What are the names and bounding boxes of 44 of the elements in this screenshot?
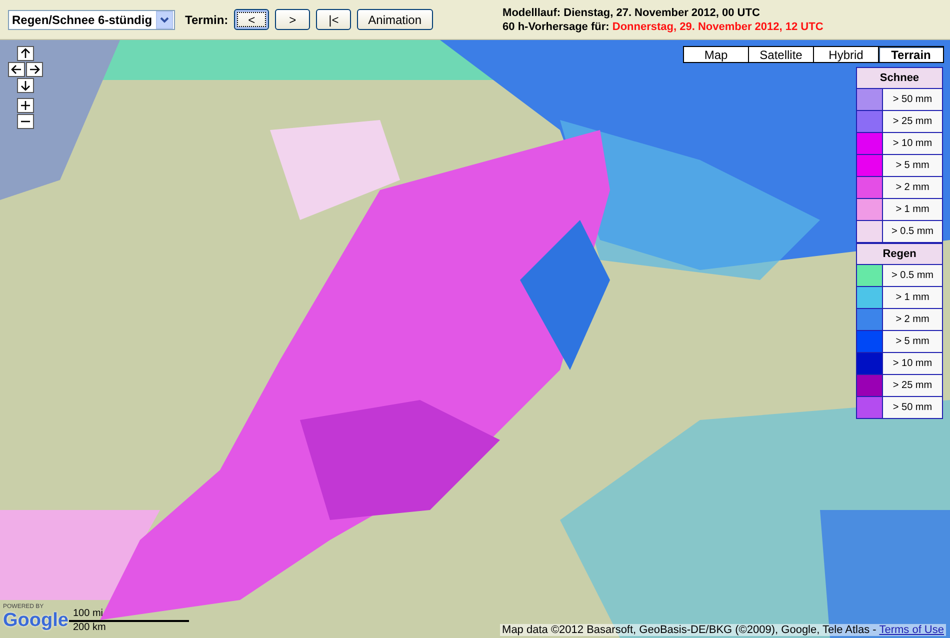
scale-label: 200 km bbox=[72, 622, 107, 634]
scale-label: 100 mi bbox=[72, 608, 104, 620]
attribution-text: Map data ©2012 Basarsoft, GeoBasis-DE/BKG (©2009), Google, Tele Atlas - Terms of Use bbox=[500, 624, 946, 636]
nav-button[interactable]: < bbox=[234, 9, 270, 30]
legend-label: > 2 mm bbox=[883, 177, 942, 198]
chevron-down-icon bbox=[160, 16, 170, 22]
legend-label: > 25 mm bbox=[883, 375, 942, 396]
legend-label: > 2 mm bbox=[883, 309, 942, 330]
nav-button[interactable]: |< bbox=[316, 9, 352, 30]
termin-label: Termin: bbox=[185, 12, 228, 26]
terms-link[interactable]: Terms of Use bbox=[879, 624, 944, 636]
arrow-down-icon bbox=[20, 80, 31, 91]
legend-label: > 5 mm bbox=[883, 155, 942, 176]
arrow-left-icon bbox=[11, 64, 22, 75]
legend-label: > 5 mm bbox=[883, 331, 942, 352]
model-run-text: Modelllauf: Dienstag, 27. November 2012, 00 UTC bbox=[502, 6, 761, 20]
map-type-button[interactable]: Map bbox=[683, 46, 749, 63]
plus-icon bbox=[20, 100, 31, 111]
legend-label: > 0.5 mm bbox=[883, 221, 942, 242]
legend-label: > 50 mm bbox=[883, 89, 942, 110]
zoom-in-button[interactable] bbox=[17, 98, 34, 113]
legend-label: > 0.5 mm bbox=[883, 265, 942, 286]
nav-button[interactable]: Animation bbox=[357, 9, 433, 30]
legend-label: > 10 mm bbox=[883, 353, 942, 374]
legend-label: > 10 mm bbox=[883, 133, 942, 154]
pan-right-button[interactable] bbox=[26, 62, 43, 77]
nav-button[interactable]: > bbox=[275, 9, 310, 30]
legend-heading: Schnee bbox=[857, 68, 942, 89]
legend-heading: Regen bbox=[857, 242, 942, 265]
map-type-button[interactable]: Terrain bbox=[878, 46, 944, 63]
product-select[interactable]: Regen/Schnee 6-stündig bbox=[8, 10, 176, 30]
pan-down-button[interactable] bbox=[17, 78, 34, 93]
forecast-text: 60 h-Vorhersage für: Donnerstag, 29. November 2012, 12 UTC bbox=[502, 20, 824, 34]
arrow-up-icon bbox=[20, 48, 31, 59]
legend-label: > 1 mm bbox=[883, 287, 942, 308]
legend-label: > 25 mm bbox=[883, 111, 942, 132]
legend-label: > 1 mm bbox=[883, 199, 942, 220]
zoom-out-button[interactable] bbox=[17, 114, 34, 129]
pan-left-button[interactable] bbox=[8, 62, 25, 77]
map-type-button[interactable]: Hybrid bbox=[813, 46, 879, 63]
pan-up-button[interactable] bbox=[17, 46, 34, 61]
legend-label: > 50 mm bbox=[883, 397, 942, 418]
arrow-right-icon bbox=[29, 64, 40, 75]
map-type-button[interactable]: Satellite bbox=[748, 46, 814, 63]
